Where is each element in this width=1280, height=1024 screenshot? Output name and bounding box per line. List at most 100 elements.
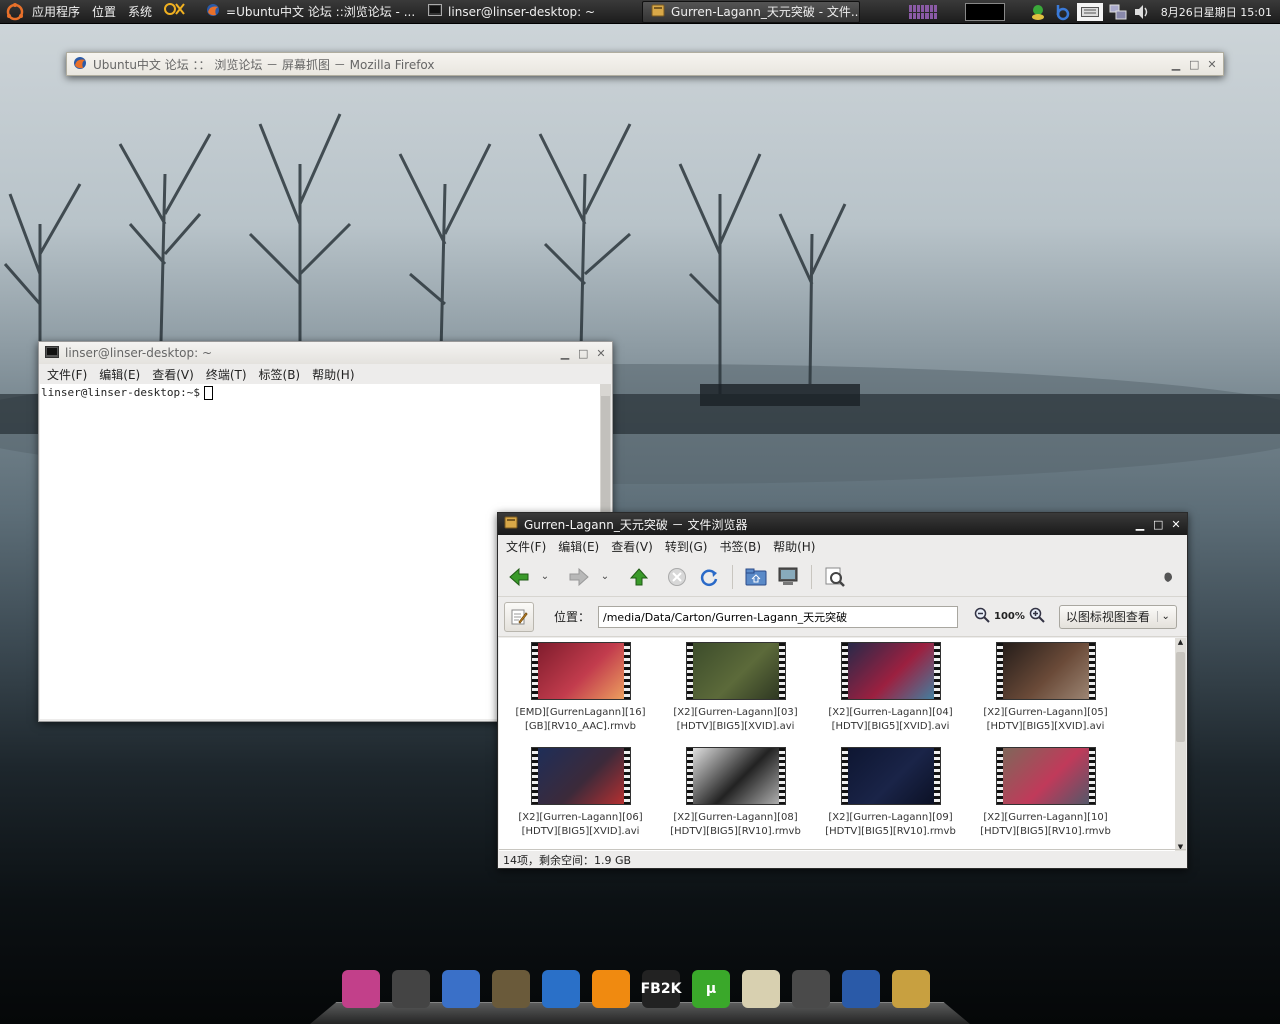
file-icon-view[interactable]: [EMD][GurrenLagann][16] [GB][RV10_AAC].rm… — [499, 638, 1175, 851]
back-button[interactable] — [506, 564, 532, 590]
system-monitor-widget[interactable] — [964, 3, 1005, 21]
file-item[interactable]: [EMD][GurrenLagann][16] [GB][RV10_AAC].rm… — [503, 638, 658, 743]
menu-places[interactable]: 位置 — [86, 0, 122, 24]
menu-file[interactable]: 文件(F) — [41, 366, 93, 383]
video-thumbnail — [530, 747, 631, 805]
terminal-icon — [45, 345, 59, 361]
network-icon[interactable] — [1109, 3, 1127, 21]
file-item[interactable]: [X2][Gurren-Lagann][10] [HDTV][BIG5][RV10… — [968, 743, 1123, 848]
menu-view[interactable]: 查看(V) — [146, 366, 200, 383]
file-name: [X2][Gurren-Lagann][05] [HDTV][BIG5][XVID… — [983, 707, 1108, 732]
up-button[interactable] — [626, 564, 652, 590]
file-manager-icon[interactable] — [892, 970, 930, 1008]
firefox-window: Ubuntu中文 论坛 ：： 浏览论坛 － 屏幕抓图 － Mozilla Fir… — [66, 52, 1224, 76]
bookmark-icon[interactable] — [1053, 3, 1071, 21]
menu-edit[interactable]: 编辑(E) — [552, 538, 605, 555]
menu-help[interactable]: 帮助(H) — [306, 366, 360, 383]
computer-button[interactable] — [775, 564, 801, 590]
minimize-button[interactable]: ▁ — [1171, 58, 1181, 71]
text-editor-icon[interactable] — [742, 970, 780, 1008]
video-thumbnail — [995, 642, 1096, 700]
forward-button[interactable] — [566, 564, 592, 590]
system-tray: 8月26日星期日 15:01 — [908, 0, 1280, 24]
theme-icon[interactable] — [342, 970, 380, 1008]
menu-file[interactable]: 文件(F) — [500, 538, 552, 555]
toggle-location-button[interactable] — [504, 601, 534, 632]
terminal-icon[interactable] — [392, 970, 430, 1008]
bookmark-icon[interactable] — [842, 970, 880, 1008]
firefox-titlebar[interactable]: Ubuntu中文 论坛 ：： 浏览论坛 － 屏幕抓图 － Mozilla Fir… — [67, 53, 1223, 75]
folder-icon — [651, 4, 665, 20]
minimize-button[interactable]: ▁ — [560, 347, 570, 360]
file-name: [X2][Gurren-Lagann][09] [HDTV][BIG5][RV10… — [825, 812, 956, 837]
close-button[interactable]: ✕ — [1171, 518, 1181, 531]
menu-tabs[interactable]: 标签(B) — [253, 366, 307, 383]
file-item[interactable]: [X2][Gurren-Lagann][04] [HDTV][BIG5][XVID… — [813, 638, 968, 743]
menu-system[interactable]: 系统 — [122, 0, 158, 24]
zoom-in-icon[interactable] — [1029, 607, 1045, 626]
volume-icon[interactable] — [1133, 3, 1151, 21]
maximize-button[interactable]: □ — [1189, 58, 1199, 71]
zoom-level[interactable]: 100% — [994, 611, 1025, 622]
menu-go[interactable]: 转到(G) — [659, 538, 714, 555]
menu-view[interactable]: 查看(V) — [605, 538, 659, 555]
reload-button[interactable] — [696, 564, 722, 590]
file-name: [X2][Gurren-Lagann][04] [HDTV][BIG5][XVID… — [828, 707, 953, 732]
file-item[interactable]: [X2][Gurren-Lagann][09] [HDTV][BIG5][RV10… — [813, 743, 968, 848]
ubuntu-logo-icon[interactable] — [4, 0, 26, 24]
view-mode-value: 以图标视图查看 — [1065, 610, 1150, 624]
view-mode-select[interactable]: 以图标视图查看 ⌄ — [1058, 604, 1177, 629]
edit-location-icon — [511, 609, 528, 624]
clock[interactable]: 8月26日星期日 15:01 — [1161, 4, 1272, 20]
taskbar-file-manager[interactable]: Gurren-Lagann_天元突破 - 文件... — [642, 0, 861, 23]
firefox-icon[interactable] — [542, 970, 580, 1008]
firefox-icon — [73, 56, 87, 73]
menu-bookmarks[interactable]: 书签(B) — [713, 538, 767, 555]
settings-icon[interactable] — [592, 970, 630, 1008]
launcher-icon[interactable] — [158, 0, 192, 24]
file-item[interactable]: [X2][Gurren-Lagann][06] [HDTV][BIG5][XVID… — [503, 743, 658, 848]
back-history-dropdown[interactable]: ⌄ — [538, 571, 552, 582]
gimp-icon[interactable] — [492, 970, 530, 1008]
file-manager-titlebar[interactable]: Gurren-Lagann_天元突破 － 文件浏览器 ▁ □ ✕ — [498, 513, 1187, 535]
taskbar-firefox[interactable]: =Ubuntu中文 论坛 ::浏览论坛 - ... — [198, 1, 414, 23]
utorrent-icon[interactable]: µ — [692, 970, 730, 1008]
close-button[interactable]: ✕ — [1207, 58, 1217, 71]
terminal-icon — [428, 4, 443, 19]
file-item[interactable]: [X2][Gurren-Lagann][05] [HDTV][BIG5][XVID… — [968, 638, 1123, 743]
maximize-button[interactable]: □ — [578, 347, 588, 360]
minimize-button[interactable]: ▁ — [1135, 518, 1145, 531]
menu-applications[interactable]: 应用程序 — [26, 0, 86, 24]
file-manager-toolbar: ⌄ ⌄ — [498, 557, 1187, 597]
calculator-icon[interactable] — [792, 970, 830, 1008]
menu-terminal[interactable]: 终端(T) — [200, 366, 253, 383]
pidgin-icon[interactable] — [442, 970, 480, 1008]
file-item[interactable]: [X2][Gurren-Lagann][08] [HDTV][BIG5][RV10… — [658, 743, 813, 848]
maximize-button[interactable]: □ — [1153, 518, 1163, 531]
firefox-icon — [206, 3, 220, 20]
home-button[interactable] — [743, 564, 769, 590]
file-view-scrollbar[interactable]: ▲ ▼ — [1175, 638, 1186, 851]
search-button[interactable] — [822, 564, 848, 590]
pidgin-icon[interactable] — [1029, 3, 1047, 21]
menu-help[interactable]: 帮助(H) — [767, 538, 821, 555]
fb2k-icon[interactable]: FB2K — [641, 970, 681, 1008]
close-button[interactable]: ✕ — [596, 347, 606, 360]
forward-history-dropdown[interactable]: ⌄ — [598, 571, 612, 582]
zoom-out-icon[interactable] — [974, 607, 990, 626]
taskbar-terminal[interactable]: linser@linser-desktop: ~ — [420, 1, 636, 23]
folder-icon — [504, 516, 518, 532]
throbber-icon — [1155, 564, 1181, 590]
terminal-titlebar[interactable]: linser@linser-desktop: ~ ▁ □ ✕ — [39, 342, 612, 364]
workspace-switcher-icon[interactable] — [908, 5, 937, 19]
keyboard-icon[interactable] — [1076, 3, 1103, 21]
stop-button[interactable] — [664, 564, 690, 590]
location-input[interactable] — [598, 605, 959, 628]
file-name: [X2][Gurren-Lagann][10] [HDTV][BIG5][RV10… — [980, 812, 1111, 837]
file-item[interactable]: [X2][Gurren-Lagann][03] [HDTV][BIG5][XVID… — [658, 638, 813, 743]
file-name: [EMD][GurrenLagann][16] [GB][RV10_AAC].rm… — [515, 707, 646, 732]
window-title: Ubuntu中文 论坛 ：： 浏览论坛 － 屏幕抓图 － Mozilla Fir… — [93, 57, 435, 72]
video-thumbnail — [840, 642, 941, 700]
menu-edit[interactable]: 编辑(E) — [93, 366, 146, 383]
location-label: 位置： — [554, 610, 591, 624]
